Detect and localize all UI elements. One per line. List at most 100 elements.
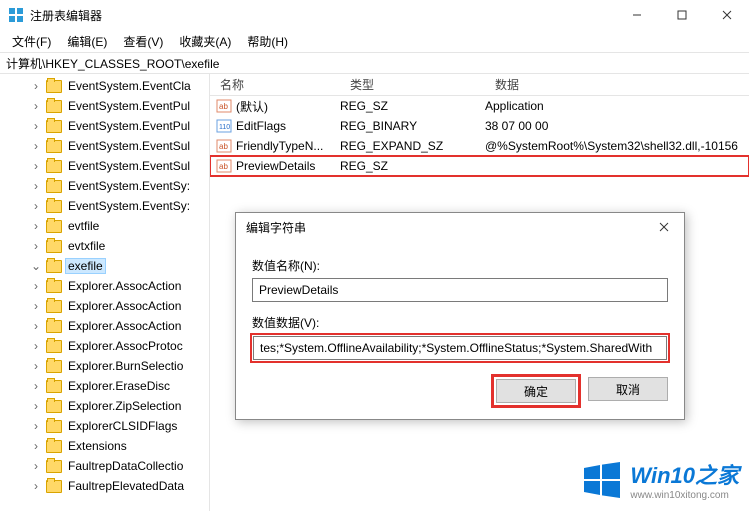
- value-row[interactable]: abPreviewDetailsREG_SZ: [210, 156, 749, 176]
- tree-item[interactable]: › Explorer.AssocAction: [0, 316, 209, 336]
- tree-item[interactable]: ›EventSystem.EventCla: [0, 76, 209, 96]
- dialog-close-button[interactable]: [644, 213, 684, 241]
- expand-icon[interactable]: ›: [30, 119, 42, 133]
- app-icon: [8, 7, 24, 23]
- tree-item[interactable]: ›Extensions: [0, 436, 209, 456]
- cancel-button[interactable]: 取消: [588, 377, 668, 401]
- expand-icon[interactable]: ›: [30, 479, 42, 493]
- value-row[interactable]: ab(默认)REG_SZApplication: [210, 96, 749, 116]
- tree-item[interactable]: › Explorer.AssocAction: [0, 276, 209, 296]
- expand-icon[interactable]: ›: [30, 379, 42, 393]
- watermark: Win10之家 www.win10xitong.com: [582, 458, 739, 501]
- close-button[interactable]: [704, 0, 749, 30]
- header-type[interactable]: 类型: [340, 76, 485, 93]
- value-row[interactable]: abFriendlyTypeN...REG_EXPAND_SZ@%SystemR…: [210, 136, 749, 156]
- menu-help[interactable]: 帮助(H): [239, 31, 296, 52]
- folder-icon: [46, 120, 62, 133]
- header-name[interactable]: 名称: [210, 76, 340, 93]
- folder-icon: [46, 200, 62, 213]
- data-input[interactable]: [253, 336, 667, 360]
- value-data: @%SystemRoot%\System32\shell32.dll,-1015…: [485, 139, 749, 153]
- folder-icon: [46, 80, 62, 93]
- address-bar[interactable]: 计算机\HKEY_CLASSES_ROOT\exefile: [0, 52, 749, 74]
- folder-icon: [46, 360, 62, 373]
- name-input[interactable]: [252, 278, 668, 302]
- tree-item[interactable]: ›FaultrepDataCollectio: [0, 456, 209, 476]
- minimize-button[interactable]: [614, 0, 659, 30]
- value-name: PreviewDetails: [236, 159, 340, 173]
- expand-icon[interactable]: ›: [30, 419, 42, 433]
- menu-view[interactable]: 查看(V): [115, 31, 171, 52]
- tree-label: Explorer.AssocAction: [66, 319, 183, 333]
- tree-label: EventSystem.EventSy:: [66, 179, 192, 193]
- value-type-icon: ab: [216, 158, 232, 174]
- menu-bar: 文件(F) 编辑(E) 查看(V) 收藏夹(A) 帮助(H): [0, 30, 749, 52]
- tree-item[interactable]: › evtfile: [0, 216, 209, 236]
- folder-icon: [46, 260, 62, 273]
- tree-label: evtfile: [66, 219, 101, 233]
- tree-item[interactable]: ›Explorer.AssocAction: [0, 296, 209, 316]
- tree-item[interactable]: ›EventSystem.EventPul: [0, 96, 209, 116]
- tree-label: Explorer.EraseDisc: [66, 379, 172, 393]
- tree-item[interactable]: › evtxfile: [0, 236, 209, 256]
- tree-label: EventSystem.EventSul: [66, 159, 192, 173]
- data-label: 数值数据(V):: [252, 314, 668, 331]
- tree-label: EventSystem.EventSy:: [66, 199, 192, 213]
- dialog-buttons: 确定 取消: [236, 365, 684, 419]
- expand-icon[interactable]: ›: [30, 459, 42, 473]
- expand-icon[interactable]: ›: [30, 159, 42, 173]
- expand-icon[interactable]: ›: [30, 179, 42, 193]
- expand-icon[interactable]: ›: [30, 139, 42, 153]
- maximize-button[interactable]: [659, 0, 704, 30]
- expand-icon[interactable]: ›: [30, 399, 42, 413]
- expand-icon[interactable]: ›: [30, 219, 42, 233]
- tree-item[interactable]: ›Explorer.AssocProtoc: [0, 336, 209, 356]
- expand-icon[interactable]: ›: [30, 439, 42, 453]
- expand-icon[interactable]: ›: [30, 199, 42, 213]
- value-data: Application: [485, 99, 749, 113]
- value-type: REG_SZ: [340, 99, 485, 113]
- tree-item[interactable]: › EventSystem.EventSy:: [0, 176, 209, 196]
- expand-icon[interactable]: ›: [30, 239, 42, 253]
- expand-icon[interactable]: ›: [30, 299, 42, 313]
- expand-icon[interactable]: ›: [30, 279, 42, 293]
- folder-icon: [46, 220, 62, 233]
- tree-item[interactable]: ›EventSystem.EventSul: [0, 136, 209, 156]
- watermark-text: Win10之家 www.win10xitong.com: [630, 458, 739, 501]
- menu-file[interactable]: 文件(F): [4, 31, 59, 52]
- tree-item[interactable]: › ExplorerCLSIDFlags: [0, 416, 209, 436]
- tree-item[interactable]: ⌄exefile: [0, 256, 209, 276]
- folder-icon: [46, 240, 62, 253]
- tree-item[interactable]: ›EventSystem.EventPul: [0, 116, 209, 136]
- expand-icon[interactable]: ›: [30, 79, 42, 93]
- folder-icon: [46, 340, 62, 353]
- tree-label: evtxfile: [66, 239, 107, 253]
- tree-label: ExplorerCLSIDFlags: [66, 419, 179, 433]
- tree-label: Explorer.ZipSelection: [66, 399, 183, 413]
- menu-favorites[interactable]: 收藏夹(A): [171, 31, 239, 52]
- expand-icon[interactable]: ⌄: [30, 259, 42, 273]
- value-name: (默认): [236, 98, 340, 115]
- tree-item[interactable]: › EventSystem.EventSy:: [0, 196, 209, 216]
- tree-panel[interactable]: ›EventSystem.EventCla›EventSystem.EventP…: [0, 74, 210, 511]
- tree-label: Explorer.AssocAction: [66, 279, 183, 293]
- watermark-url: www.win10xitong.com: [630, 490, 739, 501]
- tree-label: Explorer.BurnSelectio: [66, 359, 185, 373]
- expand-icon[interactable]: ›: [30, 339, 42, 353]
- menu-edit[interactable]: 编辑(E): [59, 31, 115, 52]
- tree-item[interactable]: › EventSystem.EventSul: [0, 156, 209, 176]
- expand-icon[interactable]: ›: [30, 99, 42, 113]
- value-row[interactable]: 110EditFlagsREG_BINARY38 07 00 00: [210, 116, 749, 136]
- ok-button[interactable]: 确定: [496, 379, 576, 403]
- folder-icon: [46, 320, 62, 333]
- tree-item[interactable]: ›FaultrepElevatedData: [0, 476, 209, 496]
- tree-item[interactable]: › Explorer.ZipSelection: [0, 396, 209, 416]
- folder-icon: [46, 420, 62, 433]
- tree-item[interactable]: › Explorer.EraseDisc: [0, 376, 209, 396]
- header-data[interactable]: 数据: [485, 76, 749, 93]
- expand-icon[interactable]: ›: [30, 359, 42, 373]
- ok-button-highlight: 确定: [494, 377, 578, 405]
- value-type-icon: ab: [216, 138, 232, 154]
- tree-item[interactable]: › Explorer.BurnSelectio: [0, 356, 209, 376]
- expand-icon[interactable]: ›: [30, 319, 42, 333]
